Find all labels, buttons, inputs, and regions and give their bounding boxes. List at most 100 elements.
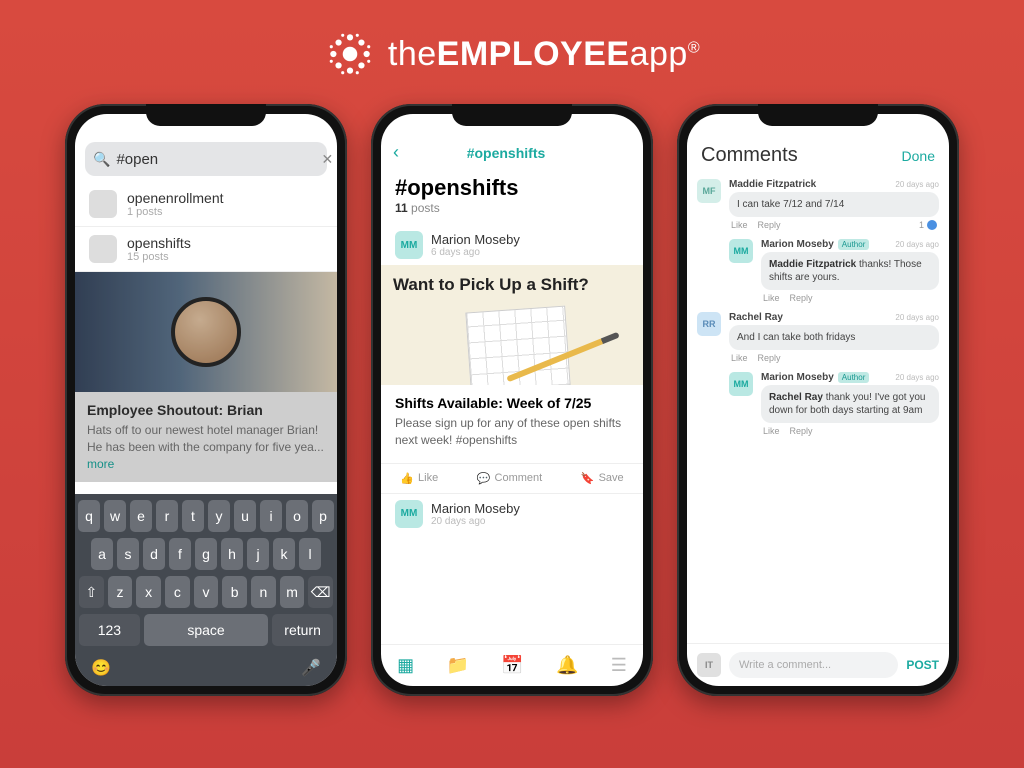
letter-key[interactable]: i: [260, 500, 282, 532]
post-header[interactable]: MM Marion Moseby20 days ago: [381, 494, 643, 534]
comment: MF Maddie Fitzpatrick 20 days ago I can …: [697, 179, 939, 233]
comment-author[interactable]: Rachel Ray: [729, 312, 783, 323]
save-button[interactable]: 🔖 Save: [581, 472, 624, 485]
tab-bar: ▦ 📁 📅 🔔 ☰: [381, 644, 643, 686]
avatar: RR: [697, 312, 721, 336]
comment-button[interactable]: 💬 Comment: [477, 472, 542, 485]
letter-key[interactable]: e: [130, 500, 152, 532]
author-badge: Author: [838, 372, 870, 383]
phone-search: 🔍 ✕ openenrollment1 posts openshifts15 p…: [65, 104, 347, 696]
comment-bubble: And I can take both fridays: [729, 325, 939, 350]
numbers-key[interactable]: 123: [79, 614, 140, 646]
letter-key[interactable]: v: [194, 576, 219, 608]
avatar: MF: [697, 179, 721, 203]
comment-composer: IT Write a comment... POST: [687, 643, 949, 686]
back-icon[interactable]: ‹: [393, 142, 399, 163]
more-link[interactable]: more: [87, 457, 114, 471]
post-header[interactable]: MM Marion Moseby6 days ago: [381, 225, 643, 265]
letter-key[interactable]: n: [251, 576, 276, 608]
brand-header: theEMPLOYEEapp®: [0, 0, 1024, 104]
post-count: 11 posts: [395, 201, 629, 215]
comment: RR Rachel Ray 20 days ago And I can take…: [697, 312, 939, 366]
suggestion-item[interactable]: openenrollment1 posts: [75, 182, 337, 227]
suggestion-item[interactable]: openshifts15 posts: [75, 227, 337, 272]
letter-key[interactable]: s: [117, 538, 139, 570]
reply-link[interactable]: Reply: [790, 426, 813, 436]
letter-key[interactable]: k: [273, 538, 295, 570]
hashtag-header: #openshifts: [395, 175, 629, 201]
letter-key[interactable]: t: [182, 500, 204, 532]
keyboard: qwertyuiop asdfghjkl ⇧ zxcvbnm ⌫ 123 spa…: [75, 494, 337, 686]
like-link[interactable]: Like: [731, 353, 748, 363]
letter-key[interactable]: j: [247, 538, 269, 570]
phone-feed: ‹ #openshifts #openshifts 11 posts MM Ma…: [371, 104, 653, 696]
tab-home-icon[interactable]: ▦: [397, 655, 414, 676]
letter-key[interactable]: h: [221, 538, 243, 570]
letter-key[interactable]: y: [208, 500, 230, 532]
return-key[interactable]: return: [272, 614, 333, 646]
mic-icon[interactable]: 🎤: [301, 658, 321, 678]
letter-key[interactable]: p: [312, 500, 334, 532]
backspace-key[interactable]: ⌫: [308, 576, 333, 608]
comment-time: 20 days ago: [895, 180, 939, 189]
reply-link[interactable]: Reply: [758, 353, 781, 363]
nav-title: #openshifts: [467, 145, 546, 161]
avatar: MM: [395, 500, 423, 528]
like-link[interactable]: Like: [763, 426, 780, 436]
post-image[interactable]: Want to Pick Up a Shift?: [381, 265, 643, 385]
avatar: MM: [729, 239, 753, 263]
avatar: IT: [697, 653, 721, 677]
clear-icon[interactable]: ✕: [321, 151, 333, 168]
search-input[interactable]: [116, 151, 315, 168]
post-title: Shifts Available: Week of 7/25: [395, 395, 629, 411]
comments-list: MF Maddie Fitzpatrick 20 days ago I can …: [687, 175, 949, 643]
comment-author[interactable]: Maddie Fitzpatrick: [729, 179, 816, 190]
post-title: Employee Shoutout: Brian: [87, 402, 325, 418]
tab-calendar-icon[interactable]: 📅: [501, 655, 523, 676]
letter-key[interactable]: w: [104, 500, 126, 532]
post-desc: Hats off to our newest hotel manager Bri…: [87, 422, 325, 472]
like-link[interactable]: Like: [731, 220, 748, 230]
post-button[interactable]: POST: [906, 658, 939, 672]
search-bar[interactable]: 🔍 ✕: [85, 142, 327, 176]
letter-key[interactable]: l: [299, 538, 321, 570]
reply-link[interactable]: Reply: [790, 293, 813, 303]
phone-comments: Comments Done MF Maddie Fitzpatrick 20 d…: [677, 104, 959, 696]
tab-folder-icon[interactable]: 📁: [446, 655, 468, 676]
letter-key[interactable]: m: [280, 576, 305, 608]
letter-key[interactable]: f: [169, 538, 191, 570]
tab-bell-icon[interactable]: 🔔: [556, 655, 578, 676]
logo-text: theEMPLOYEEapp®: [388, 35, 700, 74]
letter-key[interactable]: x: [136, 576, 161, 608]
shift-key[interactable]: ⇧: [79, 576, 104, 608]
letter-key[interactable]: u: [234, 500, 256, 532]
comment-time: 20 days ago: [895, 373, 939, 382]
post-actions: 👍 Like 💬 Comment 🔖 Save: [381, 463, 643, 494]
comment-bubble: Rachel Ray thank you! I've got you down …: [761, 385, 939, 423]
letter-key[interactable]: c: [165, 576, 190, 608]
tab-menu-icon[interactable]: ☰: [611, 655, 627, 676]
search-icon: 🔍: [93, 151, 110, 168]
comment-time: 20 days ago: [895, 240, 939, 249]
comment-author[interactable]: Marion Moseby: [761, 372, 834, 383]
reply-link[interactable]: Reply: [758, 220, 781, 230]
like-link[interactable]: Like: [763, 293, 780, 303]
letter-key[interactable]: z: [108, 576, 133, 608]
letter-key[interactable]: r: [156, 500, 178, 532]
logo-icon: [324, 28, 376, 80]
like-button[interactable]: 👍 Like: [400, 472, 438, 485]
letter-key[interactable]: g: [195, 538, 217, 570]
letter-key[interactable]: d: [143, 538, 165, 570]
letter-key[interactable]: b: [222, 576, 247, 608]
space-key[interactable]: space: [144, 614, 268, 646]
letter-key[interactable]: a: [91, 538, 113, 570]
letter-key[interactable]: q: [78, 500, 100, 532]
letter-key[interactable]: o: [286, 500, 308, 532]
comment-author[interactable]: Marion Moseby: [761, 239, 834, 250]
comment-input[interactable]: Write a comment...: [729, 652, 898, 678]
done-button[interactable]: Done: [902, 148, 935, 164]
comment: MM Marion Moseby Author 20 days ago Rach…: [729, 372, 939, 439]
comment-bubble: I can take 7/12 and 7/14: [729, 192, 939, 217]
emoji-icon[interactable]: 😊: [91, 658, 111, 678]
comment-time: 20 days ago: [895, 313, 939, 322]
